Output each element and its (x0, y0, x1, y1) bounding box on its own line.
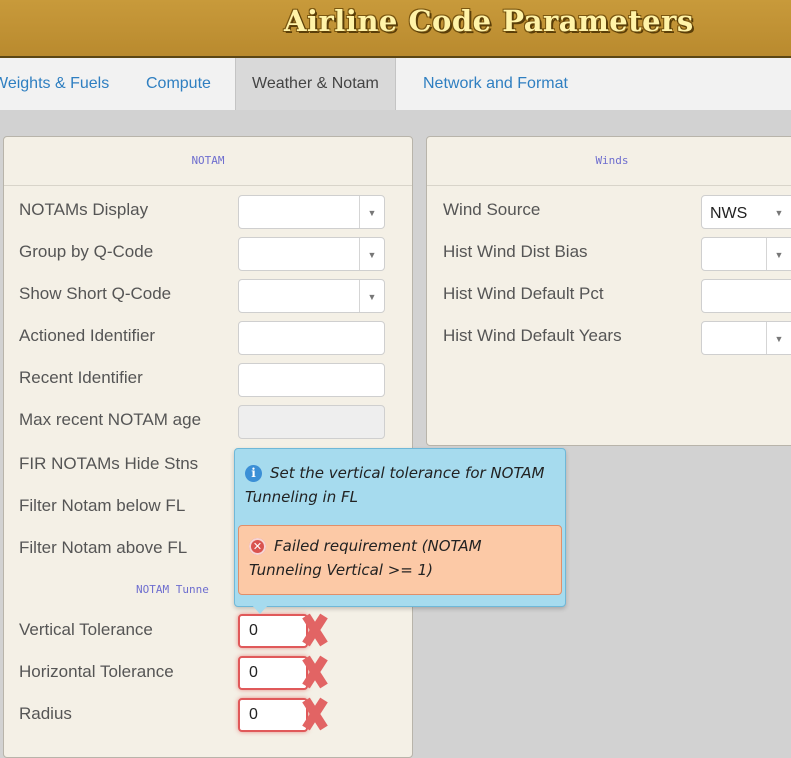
hist-wind-default-years-label: Hist Wind Default Years (443, 326, 622, 345)
notam-panel-title: NOTAM (4, 137, 412, 186)
recent-identifier-label: Recent Identifier (19, 368, 143, 387)
max-recent-notam-age-input (238, 405, 385, 439)
invalid-x-icon (302, 655, 328, 689)
tab-network-format[interactable]: Network and Format (423, 58, 568, 110)
chevron-down-icon: ▼ (766, 238, 791, 270)
info-icon: i (245, 465, 262, 482)
app-header: Airline Code Parameters (0, 0, 791, 58)
show-short-qcode-select[interactable]: ▼ (238, 279, 385, 313)
tooltip-error-box: ✕ Failed requirement (NOTAM Tunneling Ver… (238, 525, 562, 595)
tooltip-error-message: ✕ Failed requirement (NOTAM Tunneling Ver… (249, 534, 554, 582)
max-recent-notam-age-label: Max recent NOTAM age (19, 410, 202, 429)
chevron-down-icon: ▼ (359, 196, 384, 228)
group-by-qcode-label: Group by Q-Code (19, 242, 154, 261)
filter-notam-below-fl-label: Filter Notam below FL (19, 496, 186, 515)
chevron-down-icon: ▼ (359, 238, 384, 270)
horizontal-tolerance-value: 0 (249, 664, 258, 681)
tab-compute[interactable]: Compute (146, 58, 211, 110)
tab-weights-fuels[interactable]: Weights & Fuels (0, 58, 109, 110)
tooltip-pointer (251, 604, 269, 614)
hist-wind-default-pct-label: Hist Wind Default Pct (443, 284, 604, 303)
tooltip-error-text: Failed requirement (NOTAM Tunneling Vert… (249, 537, 482, 579)
group-by-qcode-select[interactable]: ▼ (238, 237, 385, 271)
tab-weather-notam[interactable]: Weather & Notam (235, 58, 396, 110)
radius-input[interactable]: 0 (238, 698, 308, 732)
notams-display-select[interactable]: ▼ (238, 195, 385, 229)
horizontal-tolerance-input[interactable]: 0 (238, 656, 308, 690)
winds-panel-title: Winds (427, 137, 791, 186)
vertical-tolerance-value: 0 (249, 622, 258, 639)
actioned-identifier-label: Actioned Identifier (19, 326, 156, 345)
fir-notams-hide-stns-label: FIR NOTAMs Hide Stns (19, 454, 199, 473)
chevron-down-icon: ▼ (359, 280, 384, 312)
notam-tunneling-section-title: NOTAM Tunne (136, 583, 209, 596)
invalid-x-icon (302, 613, 328, 647)
vertical-tolerance-label: Vertical Tolerance (19, 620, 153, 639)
actioned-identifier-input[interactable] (238, 321, 385, 355)
wind-source-label: Wind Source (443, 200, 541, 219)
hist-wind-dist-bias-select[interactable]: ▼ (701, 237, 791, 271)
horizontal-tolerance-label: Horizontal Tolerance (19, 662, 174, 681)
invalid-x-icon (302, 697, 328, 731)
hist-wind-dist-bias-label: Hist Wind Dist Bias (443, 242, 588, 261)
filter-notam-above-fl-label: Filter Notam above FL (19, 538, 188, 557)
notams-display-label: NOTAMs Display (19, 200, 149, 219)
wind-source-select[interactable]: NWS ▼ (701, 195, 791, 229)
tab-bar: Weights & Fuels Compute Weather & Notam … (0, 58, 791, 111)
error-icon: ✕ (249, 538, 266, 555)
hist-wind-default-years-select[interactable]: ▼ (701, 321, 791, 355)
recent-identifier-input[interactable] (238, 363, 385, 397)
hist-wind-default-pct-input[interactable] (701, 279, 791, 313)
chevron-down-icon: ▼ (766, 322, 791, 354)
tooltip-info-text: Set the vertical tolerance for NOTAM Tun… (245, 464, 545, 506)
wind-source-value: NWS (710, 205, 748, 222)
radius-value: 0 (249, 706, 258, 723)
radius-label: Radius (19, 704, 72, 723)
vertical-tolerance-input[interactable]: 0 (238, 614, 308, 648)
app-title: Airline Code Parameters (284, 4, 694, 38)
tooltip-info-message: i Set the vertical tolerance for NOTAM Tu… (245, 461, 555, 509)
show-short-qcode-label: Show Short Q-Code (19, 284, 172, 303)
validation-tooltip: i Set the vertical tolerance for NOTAM Tu… (234, 448, 566, 614)
chevron-down-icon: ▼ (774, 208, 784, 218)
